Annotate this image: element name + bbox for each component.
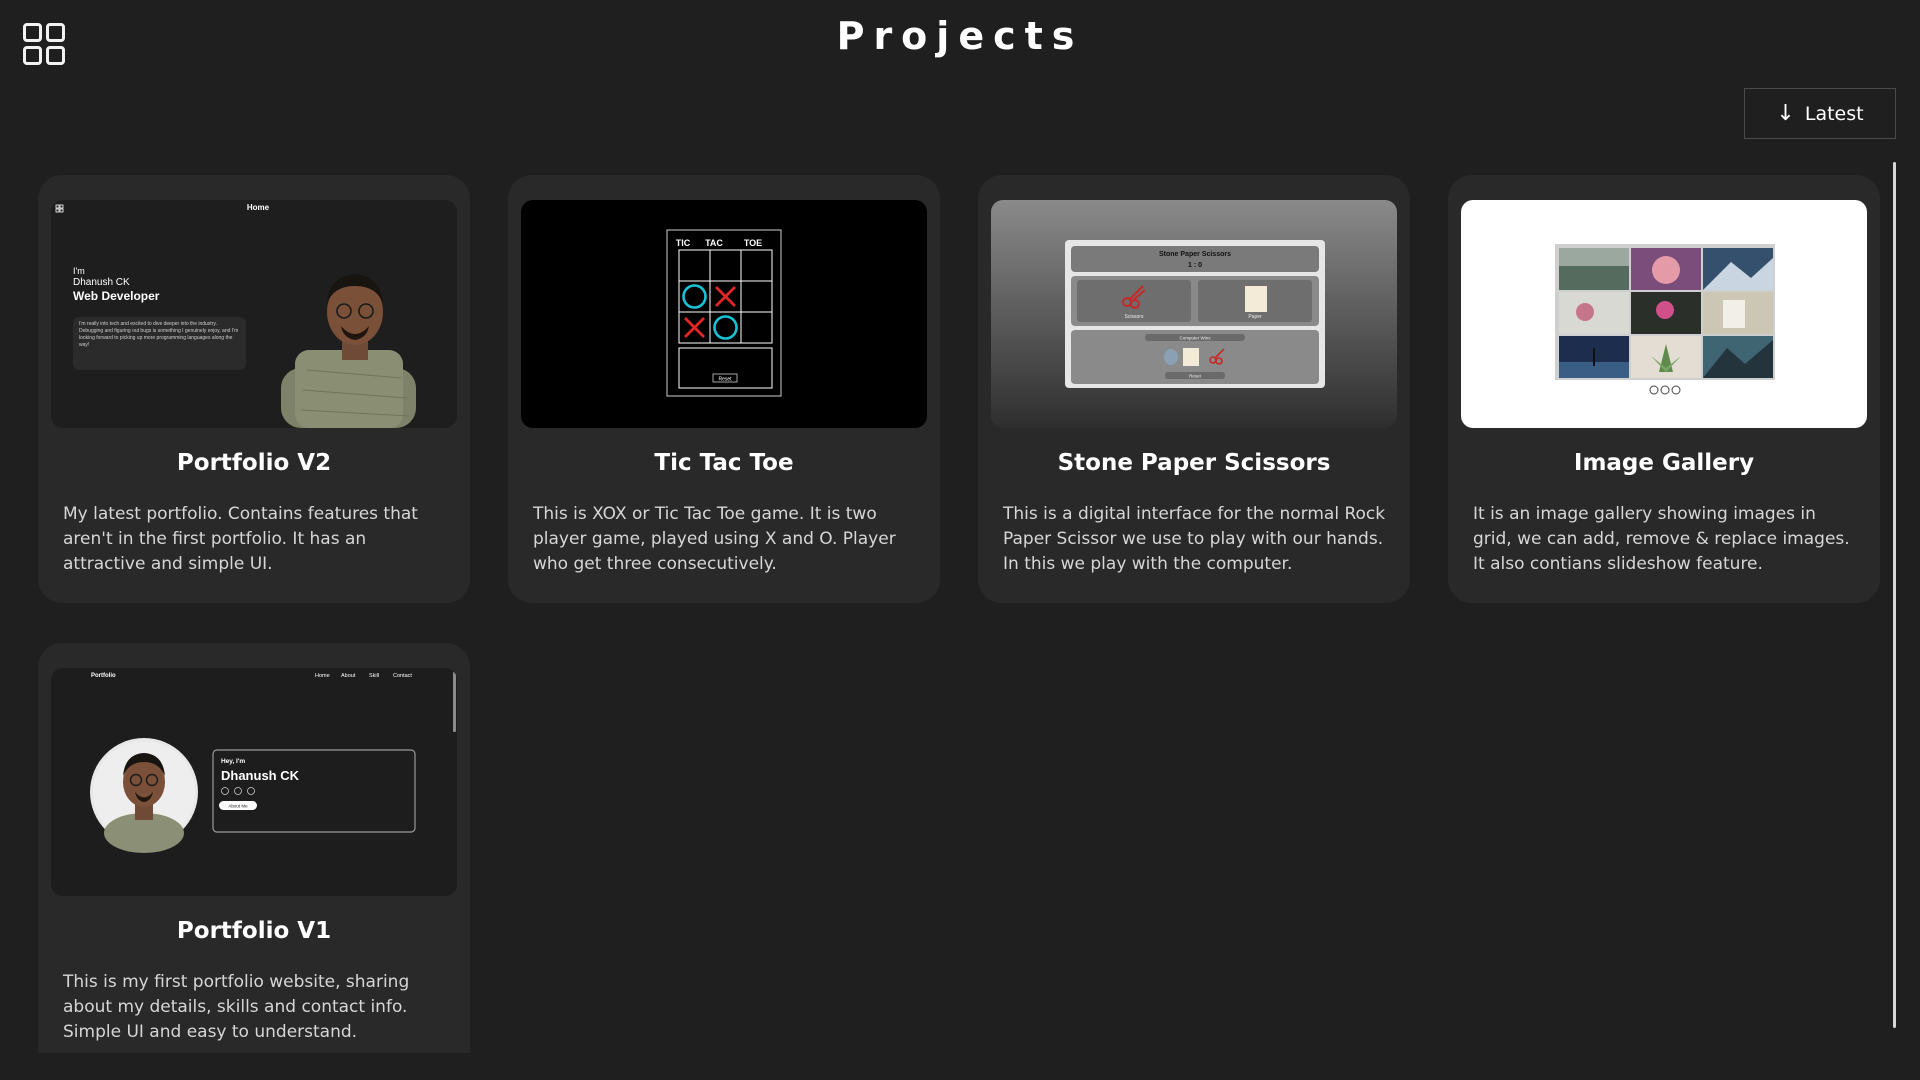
thumb-reset: Reset bbox=[1189, 374, 1202, 379]
portfolio-v2-preview: Home I'm Dhanush CK Web Developer I'm re… bbox=[51, 200, 457, 428]
thumb-name: Dhanush CK bbox=[73, 277, 130, 288]
thumb-header: Stone Paper Scissors bbox=[1159, 251, 1231, 258]
project-thumbnail: Portfolio Home About Skill Contact Hey, … bbox=[51, 668, 457, 896]
project-description: This is my first portfolio website, shar… bbox=[63, 972, 410, 1042]
project-description: This is a digital interface for the norm… bbox=[1003, 504, 1386, 574]
thumb-nav-skill: Skill bbox=[369, 673, 379, 679]
image-gallery-preview bbox=[1461, 200, 1867, 428]
tic-tac-toe-preview: TIC TAC TOE Reset bbox=[521, 200, 927, 428]
project-title: Image Gallery bbox=[1573, 450, 1755, 476]
page-title: Projects bbox=[836, 14, 1084, 58]
project-card-image-gallery[interactable]: Image Gallery It is an image gallery sho… bbox=[1448, 175, 1880, 603]
portfolio-v1-preview: Portfolio Home About Skill Contact Hey, … bbox=[51, 668, 457, 896]
sort-label: Latest bbox=[1804, 102, 1864, 125]
thumb-header-tac: TAC bbox=[705, 238, 723, 248]
thumb-reset: Reset bbox=[718, 377, 732, 383]
thumb-bio: I'm really into tech and excited to dive… bbox=[79, 321, 239, 348]
project-description: It is an image gallery showing images in… bbox=[1473, 504, 1850, 574]
project-thumbnail: TIC TAC TOE Reset bbox=[521, 200, 927, 428]
thumb-about-button: About Me bbox=[228, 804, 248, 809]
stone-paper-scissors-preview: Stone Paper Scissors 1 : 0 Scissors Pape… bbox=[991, 200, 1397, 428]
project-title: Portfolio V1 bbox=[176, 918, 332, 944]
project-card-stone-paper-scissors[interactable]: Stone Paper Scissors 1 : 0 Scissors Pape… bbox=[978, 175, 1410, 603]
thumb-nav-contact: Contact bbox=[393, 673, 412, 679]
project-title: Stone Paper Scissors bbox=[1057, 450, 1331, 476]
thumb-name: Dhanush CK bbox=[221, 768, 300, 783]
project-thumbnail: Stone Paper Scissors 1 : 0 Scissors Pape… bbox=[991, 200, 1397, 428]
project-description: My latest portfolio. Contains features t… bbox=[63, 504, 418, 574]
project-title: Portfolio V2 bbox=[176, 450, 332, 476]
thumb-choice-paper: Paper bbox=[1248, 314, 1262, 320]
sort-latest-button[interactable]: ↓ Latest bbox=[1744, 88, 1896, 139]
thumb-choice-scissors: Scissors bbox=[1125, 314, 1144, 320]
thumb-intro: I'm bbox=[73, 266, 85, 276]
thumb-score: 1 : 0 bbox=[1188, 262, 1202, 269]
scrollbar[interactable] bbox=[1893, 162, 1896, 1028]
thumb-header-toe: TOE bbox=[744, 238, 762, 248]
arrow-down-icon: ↓ bbox=[1776, 100, 1795, 126]
project-card-tic-tac-toe[interactable]: TIC TAC TOE Reset Tic Tac Toe This is XO… bbox=[508, 175, 940, 603]
thumb-role: Web Developer bbox=[73, 289, 160, 303]
project-card-portfolio-v2[interactable]: Home I'm Dhanush CK Web Developer I'm re… bbox=[38, 175, 470, 603]
project-title: Tic Tac Toe bbox=[654, 450, 794, 476]
header: Projects bbox=[0, 0, 1920, 80]
project-card-portfolio-v1[interactable]: Portfolio Home About Skill Contact Hey, … bbox=[38, 643, 470, 1053]
thumb-nav-home: Home bbox=[315, 673, 330, 679]
thumb-nav-home: Home bbox=[247, 203, 270, 212]
thumb-hey: Hey, I'm bbox=[221, 758, 245, 765]
project-description: This is XOX or Tic Tac Toe game. It is t… bbox=[533, 504, 896, 574]
thumb-nav-about: About bbox=[341, 673, 356, 679]
thumb-brand: Portfolio bbox=[91, 673, 116, 679]
thumb-computer-result: Computer Wins bbox=[1179, 336, 1211, 341]
thumb-header-tic: TIC bbox=[676, 238, 691, 248]
project-thumbnail bbox=[1461, 200, 1867, 428]
project-thumbnail: Home I'm Dhanush CK Web Developer I'm re… bbox=[51, 200, 457, 428]
